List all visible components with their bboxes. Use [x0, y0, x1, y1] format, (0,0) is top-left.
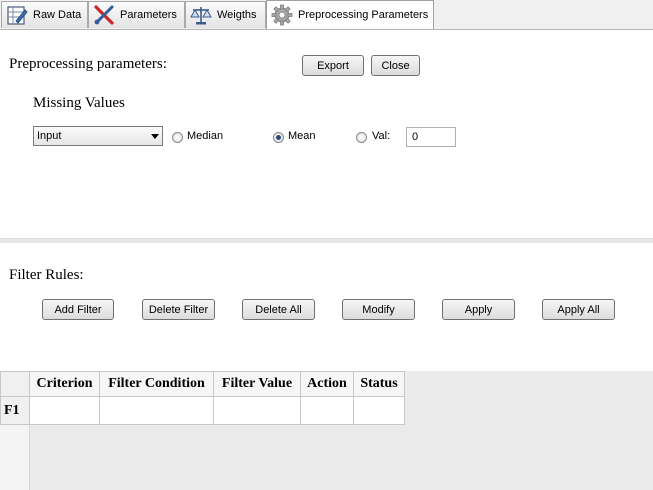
tab-parameters[interactable]: Parameters	[88, 1, 185, 28]
tab-weigths[interactable]: Weigths	[185, 1, 266, 28]
scales-icon	[190, 7, 212, 25]
row-header-gutter	[0, 425, 30, 490]
export-button[interactable]: Export	[302, 55, 364, 76]
modify-button[interactable]: Modify	[342, 299, 415, 320]
add-filter-button[interactable]: Add Filter	[42, 299, 114, 320]
gear-icon	[271, 4, 293, 26]
table-row[interactable]: F1	[0, 396, 405, 425]
tab-preprocessing-parameters[interactable]: Preprocessing Parameters	[266, 0, 434, 29]
column-header-filter-condition[interactable]: Filter Condition	[99, 371, 214, 397]
tab-bar: Raw Data Parameters Weigths Preprocessin…	[0, 0, 653, 30]
table-header-row: Criterion Filter Condition Filter Value …	[0, 371, 405, 397]
val-input[interactable]: 0	[406, 127, 456, 147]
column-header-status[interactable]: Status	[353, 371, 405, 397]
corner-cell	[0, 371, 30, 397]
filter-rules-table: Criterion Filter Condition Filter Value …	[0, 371, 405, 425]
table-cell-criterion[interactable]	[29, 396, 100, 425]
apply-button[interactable]: Apply	[442, 299, 515, 320]
table-cell-filter-value[interactable]	[213, 396, 301, 425]
column-header-criterion[interactable]: Criterion	[29, 371, 100, 397]
tab-label: Raw Data	[33, 9, 82, 21]
tab-label: Parameters	[120, 9, 177, 21]
close-button[interactable]: Close	[371, 55, 420, 76]
chevron-down-icon	[148, 133, 162, 139]
section-divider	[0, 238, 653, 243]
tab-label: Weigths	[217, 9, 257, 21]
table-cell-filter-condition[interactable]	[99, 396, 214, 425]
tab-label: Preprocessing Parameters	[298, 9, 429, 21]
val-label: Val:	[372, 130, 391, 142]
mean-label: Mean	[288, 130, 316, 142]
select-value: Input	[37, 130, 62, 142]
median-label: Median	[187, 130, 224, 142]
table-cell-status[interactable]	[353, 396, 405, 425]
missing-values-select[interactable]: Input	[33, 126, 163, 146]
median-radio[interactable]	[172, 132, 183, 143]
row-header[interactable]: F1	[0, 396, 30, 425]
column-header-filter-value[interactable]: Filter Value	[213, 371, 301, 397]
mean-radio[interactable]	[273, 132, 284, 143]
val-radio[interactable]	[356, 132, 367, 143]
apply-all-button[interactable]: Apply All	[542, 299, 615, 320]
delete-filter-button[interactable]: Delete Filter	[142, 299, 215, 320]
page-title: Preprocessing parameters:	[9, 56, 167, 72]
missing-values-title: Missing Values	[33, 95, 125, 111]
table-cell-action[interactable]	[300, 396, 354, 425]
raw-data-icon	[7, 6, 28, 25]
tab-raw-data[interactable]: Raw Data	[1, 1, 88, 28]
column-header-action[interactable]: Action	[300, 371, 354, 397]
filter-rules-title: Filter Rules:	[9, 267, 84, 283]
parameters-icon	[94, 5, 114, 25]
delete-all-button[interactable]: Delete All	[242, 299, 315, 320]
